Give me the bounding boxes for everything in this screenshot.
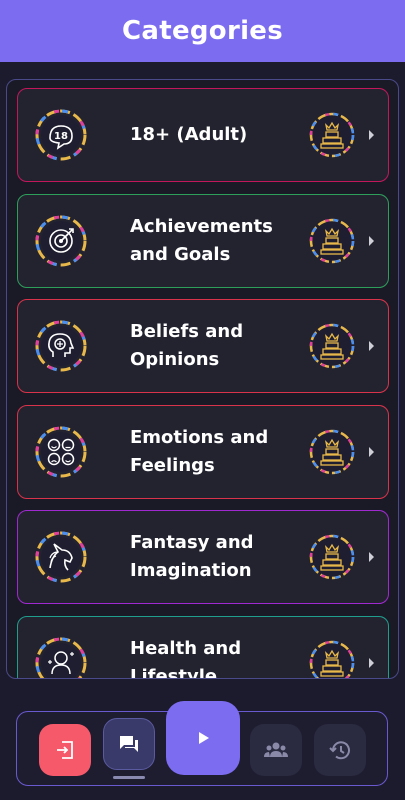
cake-icon	[309, 640, 355, 678]
category-label: Beliefs and Opinions	[130, 321, 244, 370]
exit-button[interactable]	[39, 724, 91, 776]
target-icon	[35, 215, 87, 266]
category-list: 18 18+ (Adult) Achievements and Goals Be…	[17, 88, 389, 679]
category-label: 18+ (Adult)	[130, 124, 248, 145]
page-title: Categories	[121, 16, 283, 46]
history-button[interactable]	[314, 724, 366, 776]
group-icon	[264, 742, 288, 757]
play-icon	[199, 732, 209, 744]
category-card-adult[interactable]: 18 18+ (Adult)	[17, 88, 389, 182]
header-bar: Categories	[0, 0, 405, 62]
cake-icon	[309, 323, 355, 369]
unicorn-icon	[35, 531, 87, 583]
group-button[interactable]	[250, 724, 302, 776]
chevron-right-icon	[369, 130, 374, 140]
history-icon	[329, 741, 350, 760]
category-card-achievements[interactable]: Achievements and Goals	[17, 193, 389, 288]
cake-icon	[309, 429, 355, 474]
exit-icon	[57, 741, 73, 759]
category-label: Fantasy and Imagination	[130, 532, 254, 581]
chevron-right-icon	[369, 446, 374, 457]
chevron-right-icon	[369, 341, 374, 351]
chevron-right-icon	[369, 235, 374, 246]
active-tab-indicator	[113, 776, 145, 779]
category-card-emotions[interactable]: Emotions and Feelings	[17, 404, 389, 499]
svg-text:18: 18	[54, 131, 68, 142]
chevron-right-icon	[369, 657, 374, 668]
category-card-health[interactable]: Health and Lifestyle	[17, 615, 389, 679]
head-gears-icon	[35, 320, 87, 372]
play-button[interactable]	[166, 701, 240, 775]
cake-icon	[309, 218, 355, 263]
app-root: Categories 18 18+ (Adult) Achievements a…	[0, 0, 405, 800]
cake-icon	[309, 534, 355, 580]
cake-icon	[309, 112, 355, 158]
category-label: Health and Lifestyle	[130, 637, 242, 679]
adult-18-icon: 18	[35, 109, 87, 161]
bottom-nav	[16, 701, 388, 786]
chat-button[interactable]	[103, 718, 155, 770]
health-icon	[35, 637, 87, 678]
emoji-faces-icon	[35, 426, 87, 477]
chat-icon	[120, 736, 138, 752]
category-card-fantasy[interactable]: Fantasy and Imagination	[17, 510, 389, 604]
category-card-beliefs[interactable]: Beliefs and Opinions	[17, 299, 389, 393]
category-label: Achievements and Goals	[130, 215, 273, 265]
category-list-frame[interactable]: 18 18+ (Adult) Achievements and Goals Be…	[6, 79, 399, 679]
category-label: Emotions and Feelings	[130, 426, 269, 476]
chevron-right-icon	[369, 552, 374, 562]
